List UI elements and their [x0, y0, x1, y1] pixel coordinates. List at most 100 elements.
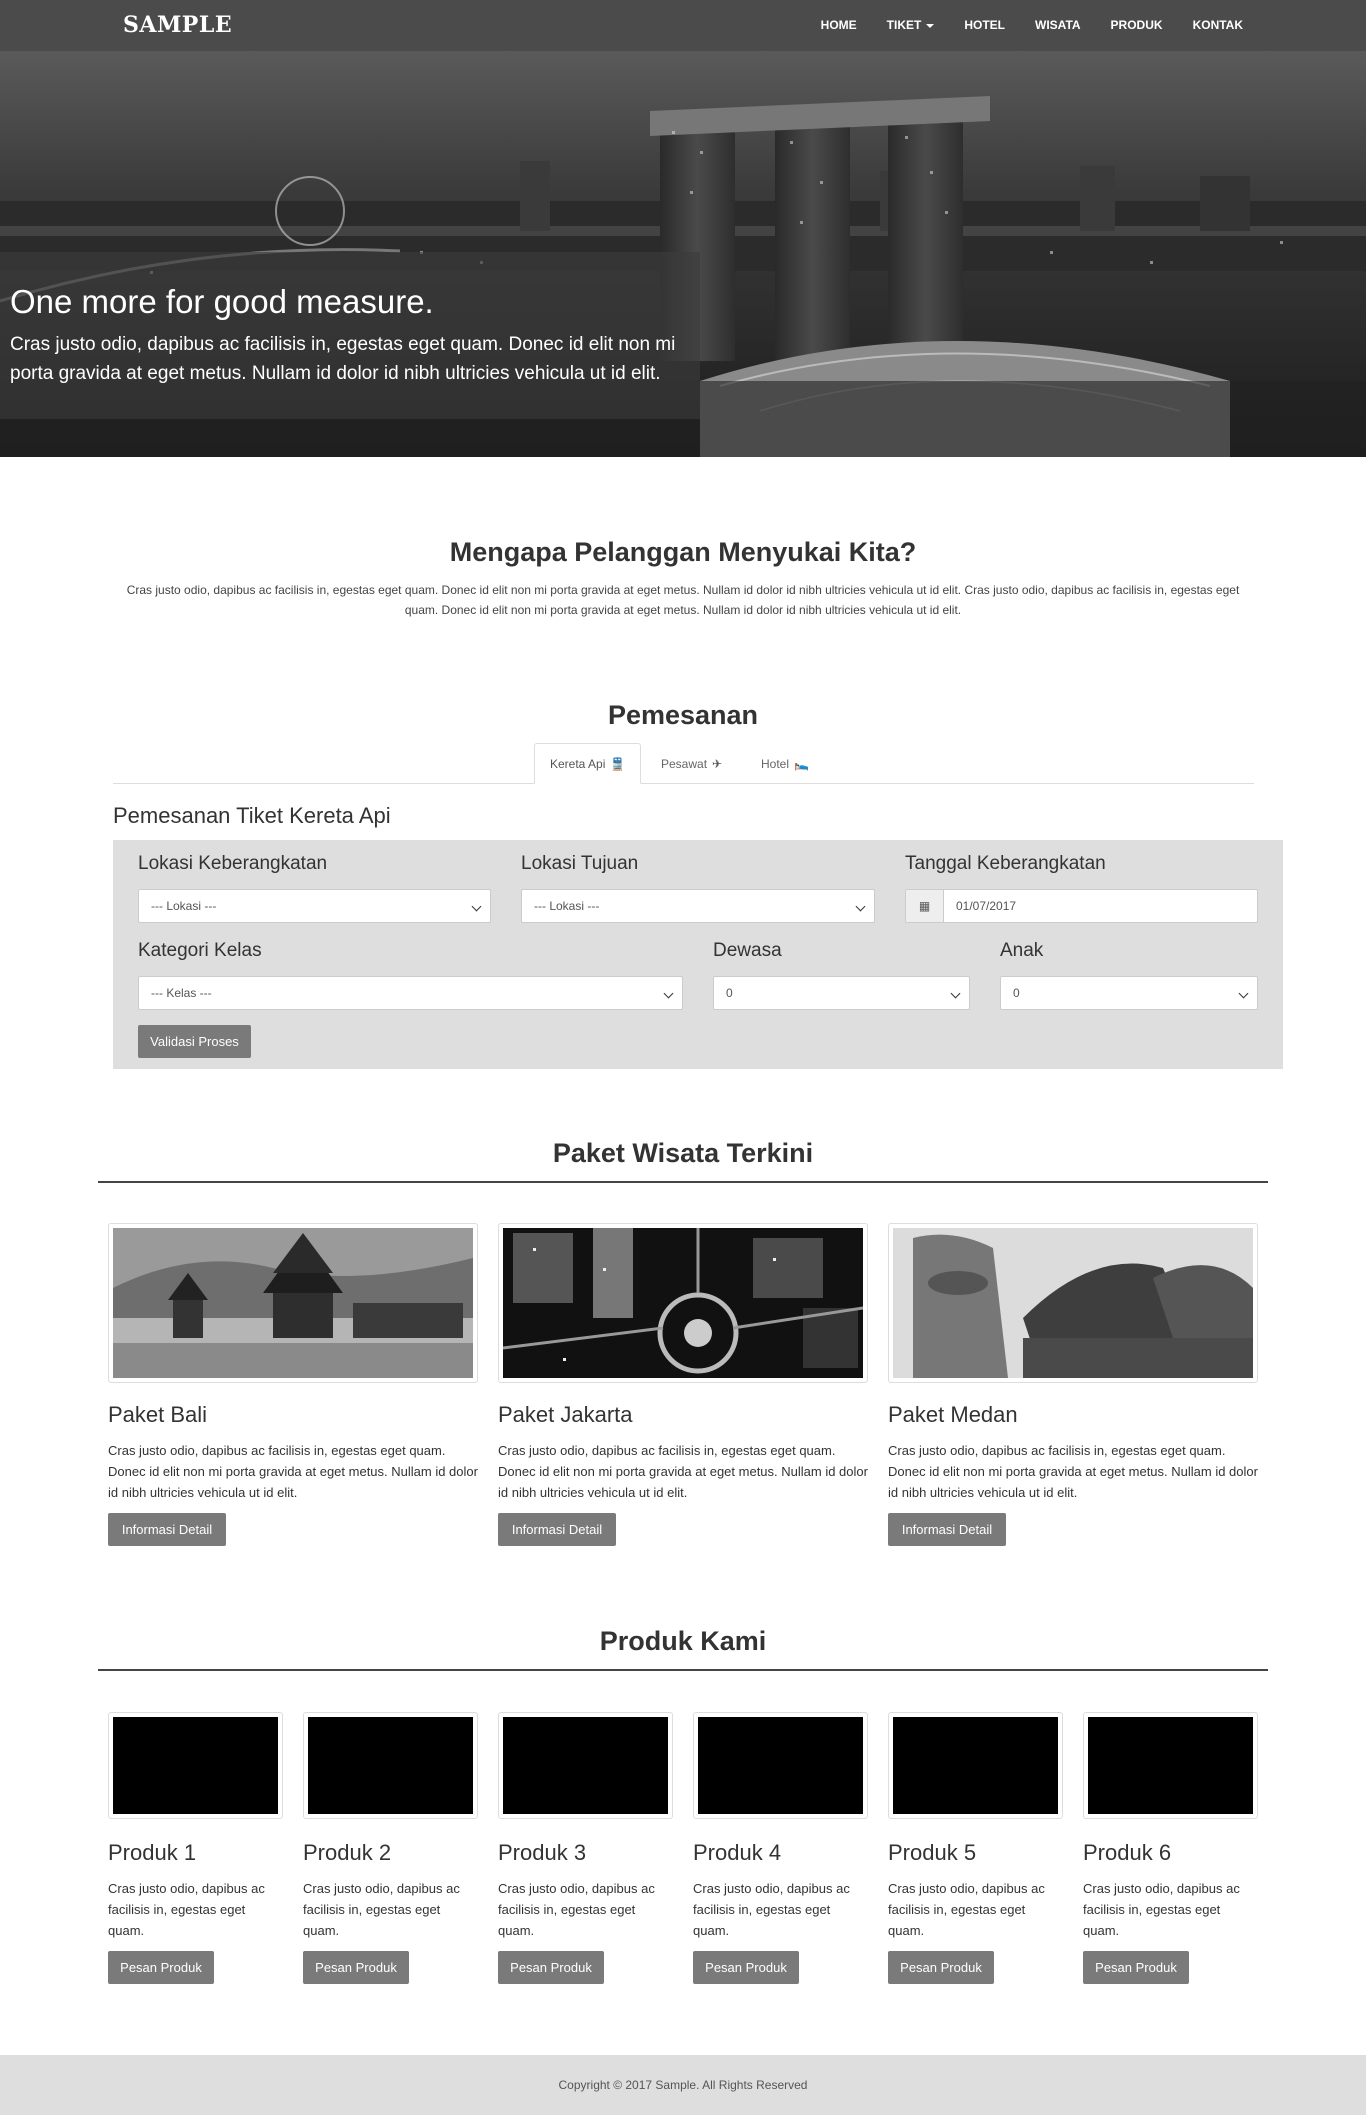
date-label: Tanggal Keberangkatan	[905, 853, 1106, 874]
order-product-button[interactable]: Pesan Produk	[303, 1951, 409, 1984]
hero-title: One more for good measure.	[10, 283, 434, 320]
package-detail-button[interactable]: Informasi Detail	[108, 1513, 226, 1546]
calendar-icon: ▦	[906, 890, 944, 922]
adult-label: Dewasa	[713, 940, 782, 961]
jakarta-aerial-image	[503, 1228, 863, 1378]
nav-wisata-label: WISATA	[1035, 18, 1081, 32]
product-thumbnail[interactable]	[108, 1712, 283, 1819]
child-label: Anak	[1000, 940, 1044, 961]
order-product-button[interactable]: Pesan Produk	[888, 1951, 994, 1984]
bali-temple-image	[113, 1228, 473, 1378]
tab-hotel-label: Hotel	[761, 756, 790, 771]
product-image	[308, 1717, 473, 1814]
product-thumbnail[interactable]	[498, 1712, 673, 1819]
class-label: Kategori Kelas	[138, 940, 262, 961]
why-title: Mengapa Pelanggan Menyukai Kita?	[449, 537, 917, 567]
brand-logo[interactable]: SAMPLE	[123, 12, 232, 38]
nav-kontak-label: KONTAK	[1192, 18, 1243, 32]
product-thumbnail[interactable]	[1083, 1712, 1258, 1819]
destination-value: --- Lokasi ---	[534, 899, 600, 913]
chevron-down-icon	[855, 901, 866, 912]
nav-kontak[interactable]: KONTAK	[1178, 0, 1258, 51]
package-text: Cras justo odio, dapibus ac facilisis in…	[108, 1443, 478, 1500]
hero-carousel: One more for good measure. Cras justo od…	[0, 51, 1366, 457]
package-bali-thumbnail[interactable]	[108, 1223, 478, 1383]
tab-pesawat[interactable]: Pesawat ✈	[646, 743, 737, 784]
date-field[interactable]: ▦ 01/07/2017	[905, 889, 1258, 923]
product-thumbnail[interactable]	[693, 1712, 868, 1819]
order-product-button[interactable]: Pesan Produk	[108, 1951, 214, 1984]
nav-produk-label: PRODUK	[1110, 18, 1163, 32]
nav-hotel-label: HOTEL	[964, 18, 1005, 32]
nav-wisata[interactable]: WISATA	[1020, 0, 1096, 51]
destination-label: Lokasi Tujuan	[521, 853, 639, 874]
package-title: Paket Bali	[108, 1402, 208, 1427]
product-text: Cras justo odio, dapibus ac facilisis in…	[1083, 1881, 1240, 1938]
package-medan-thumbnail[interactable]	[888, 1223, 1258, 1383]
order-product-button[interactable]: Pesan Produk	[1083, 1951, 1189, 1984]
product-title: Produk 1	[108, 1840, 197, 1865]
class-select[interactable]: --- Kelas ---	[138, 976, 683, 1010]
destination-select[interactable]: --- Lokasi ---	[521, 889, 875, 923]
product-image	[893, 1717, 1058, 1814]
tab-pesawat-label: Pesawat	[661, 756, 708, 771]
product-image	[1088, 1717, 1253, 1814]
chevron-down-icon	[663, 988, 674, 999]
medan-statue-image	[893, 1228, 1253, 1378]
package-detail-button[interactable]: Informasi Detail	[888, 1513, 1006, 1546]
booking-title: Pemesanan	[607, 700, 759, 730]
bed-icon: 🛌	[794, 756, 809, 771]
chevron-down-icon	[471, 901, 482, 912]
nav-produk[interactable]: PRODUK	[1096, 0, 1178, 51]
child-value: 0	[1013, 986, 1020, 1000]
packages-title: Paket Wisata Terkini	[552, 1138, 814, 1168]
plane-icon: ✈	[712, 756, 723, 771]
hero-text: Cras justo odio, dapibus ac facilisis in…	[10, 334, 676, 384]
departure-select[interactable]: --- Lokasi ---	[138, 889, 491, 923]
chevron-down-icon	[1238, 988, 1249, 999]
product-text: Cras justo odio, dapibus ac facilisis in…	[498, 1881, 655, 1938]
product-text: Cras justo odio, dapibus ac facilisis in…	[303, 1881, 460, 1938]
product-title: Produk 3	[498, 1840, 587, 1865]
products-title: Produk Kami	[599, 1626, 767, 1656]
class-value: --- Kelas ---	[151, 986, 212, 1000]
product-text: Cras justo odio, dapibus ac facilisis in…	[888, 1881, 1045, 1938]
package-title: Paket Medan	[888, 1402, 1018, 1427]
product-title: Produk 6	[1083, 1840, 1172, 1865]
package-jakarta-thumbnail[interactable]	[498, 1223, 868, 1383]
order-product-button[interactable]: Pesan Produk	[693, 1951, 799, 1984]
product-image	[113, 1717, 278, 1814]
package-text: Cras justo odio, dapibus ac facilisis in…	[498, 1443, 868, 1500]
caret-down-icon	[926, 23, 935, 28]
chevron-down-icon	[950, 988, 961, 999]
why-text: Cras justo odio, dapibus ac facilisis in…	[126, 583, 1240, 617]
date-value: 01/07/2017	[956, 899, 1017, 913]
product-text: Cras justo odio, dapibus ac facilisis in…	[693, 1881, 850, 1938]
package-title: Paket Jakarta	[498, 1402, 633, 1427]
adult-select[interactable]: 0	[713, 976, 970, 1010]
hero-caption: One more for good measure. Cras justo od…	[0, 252, 700, 419]
package-detail-button[interactable]: Informasi Detail	[498, 1513, 616, 1546]
order-product-button[interactable]: Pesan Produk	[498, 1951, 604, 1984]
navbar: SAMPLE HOME TIKET HOTEL WISATA PRODUK KO…	[0, 0, 1366, 51]
product-thumbnail[interactable]	[888, 1712, 1063, 1819]
main-nav: HOME TIKET HOTEL WISATA PRODUK KONTAK	[806, 0, 1258, 51]
product-thumbnail[interactable]	[303, 1712, 478, 1819]
form-title: Pemesanan Tiket Kereta Api	[113, 803, 391, 828]
validate-button[interactable]: Validasi Proses	[138, 1025, 251, 1058]
nav-home-label: HOME	[820, 18, 857, 32]
departure-value: --- Lokasi ---	[151, 899, 217, 913]
nav-hotel[interactable]: HOTEL	[949, 0, 1020, 51]
product-title: Produk 2	[303, 1840, 392, 1865]
footer: Copyright © 2017 Sample. All Rights Rese…	[0, 2055, 1366, 2115]
nav-tiket-dropdown[interactable]: TIKET	[872, 0, 950, 51]
tab-hotel[interactable]: Hotel 🛌	[746, 743, 824, 784]
tab-kereta-api[interactable]: Kereta Api 🚆	[534, 743, 642, 784]
copyright-text: Copyright © 2017 Sample. All Rights Rese…	[558, 2078, 808, 2092]
product-title: Produk 4	[693, 1840, 782, 1865]
product-image	[698, 1717, 863, 1814]
product-image	[503, 1717, 668, 1814]
products-divider	[98, 1669, 1268, 1671]
child-select[interactable]: 0	[1000, 976, 1258, 1010]
nav-home[interactable]: HOME	[806, 0, 872, 51]
